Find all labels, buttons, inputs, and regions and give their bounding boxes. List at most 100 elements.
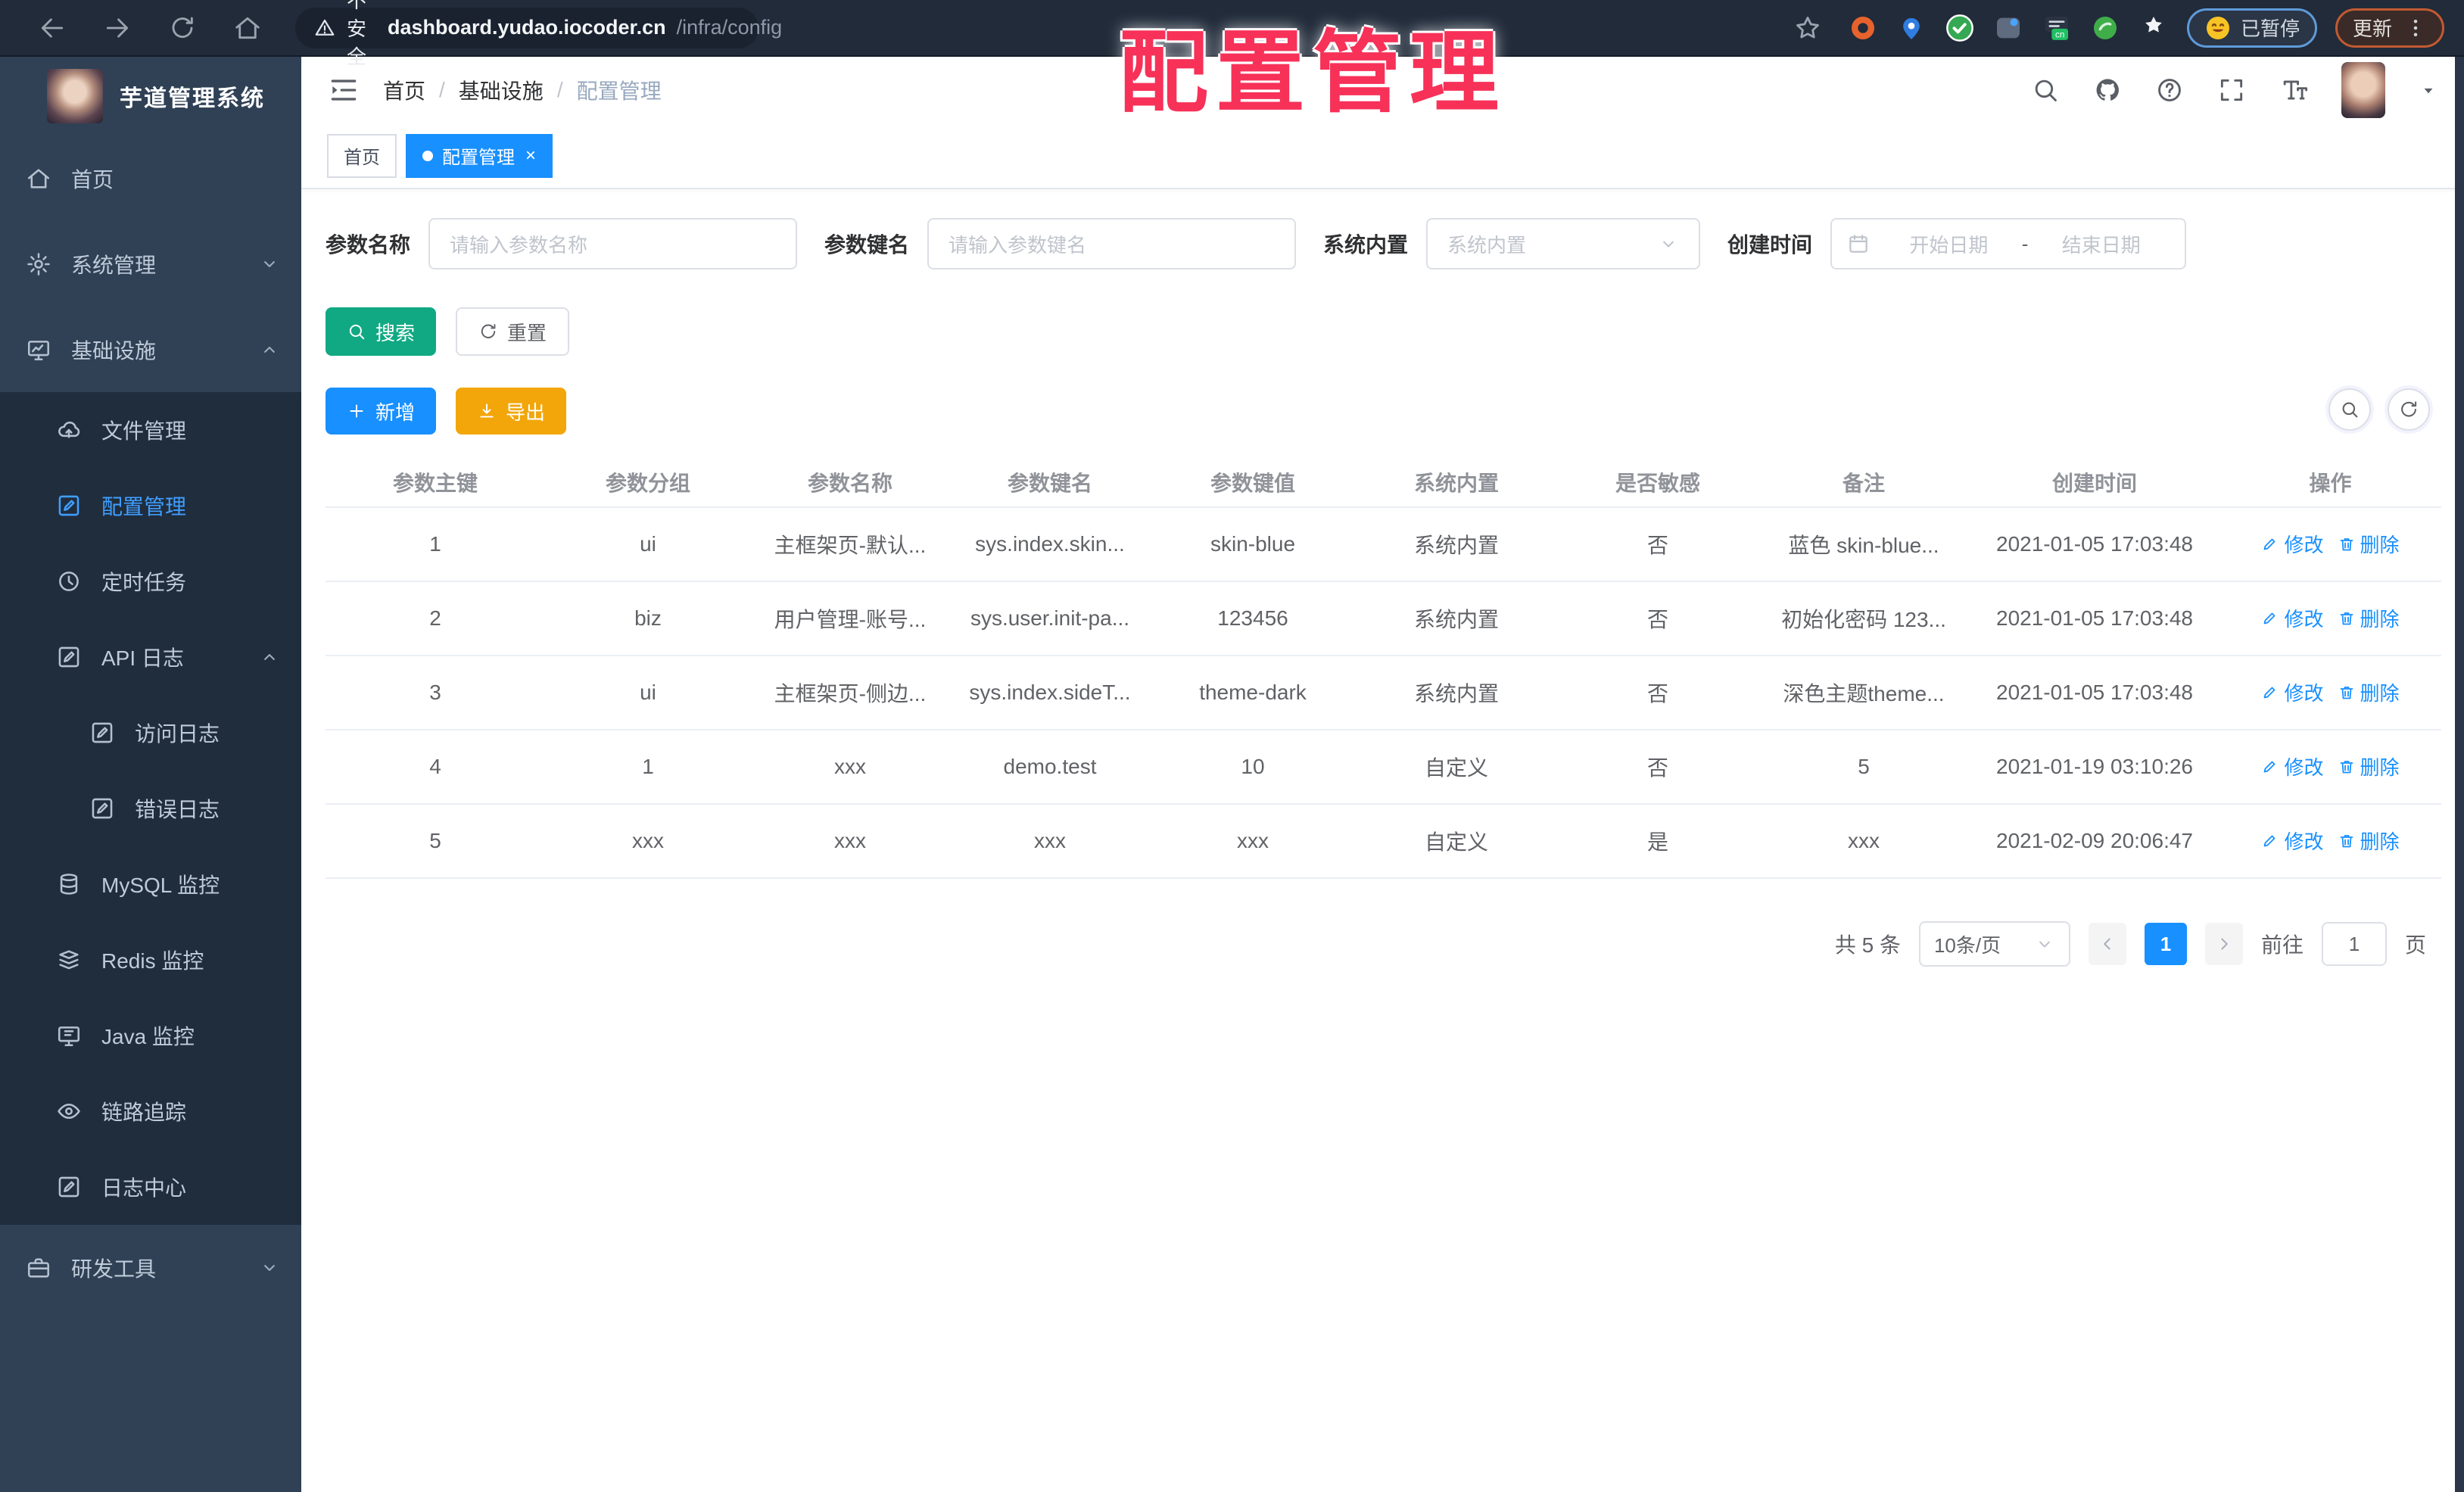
extension-pin-icon[interactable]	[1896, 13, 1927, 43]
delete-link[interactable]: 删除	[2338, 604, 2400, 632]
end-date-placeholder[interactable]: 结束日期	[2033, 230, 2170, 258]
add-button-label: 新增	[375, 400, 416, 424]
home-icon[interactable]	[233, 14, 262, 42]
main-area: 首页 / 基础设施 / 配置管理 首页 配置管理 × 参数名称 请输入参数名称 参数键名 请…	[301, 57, 2464, 1492]
edit-link[interactable]: 修改	[2261, 752, 2324, 780]
current-page-button[interactable]: 1	[2144, 923, 2187, 965]
browser-update-button[interactable]: 更新	[2335, 8, 2444, 48]
tab-配置管理[interactable]: 配置管理 ×	[406, 133, 553, 178]
sidebar-item-error-log[interactable]: 错误日志	[0, 771, 301, 846]
github-icon[interactable]	[2093, 76, 2122, 104]
trash-icon	[2338, 758, 2356, 776]
table-cell: 是	[1558, 804, 1758, 879]
table-cell: 主框架页-默认...	[751, 507, 949, 582]
chevron-down-icon	[2034, 933, 2055, 955]
extension-cn-icon[interactable]: cn	[2042, 13, 2072, 43]
sidebar-item-java[interactable]: Java 监控	[0, 998, 301, 1073]
filter-form: 参数名称 请输入参数名称 参数键名 请输入参数键名 系统内置 系统内置 创建时间…	[326, 218, 2464, 269]
kebab-menu-icon[interactable]	[2404, 17, 2427, 39]
delete-link[interactable]: 删除	[2338, 752, 2400, 780]
delete-link[interactable]: 删除	[2338, 530, 2400, 558]
breadcrumb-item[interactable]: 基础设施	[459, 75, 544, 105]
sidebar-item-log-center[interactable]: 日志中心	[0, 1149, 301, 1225]
prev-page-button[interactable]	[2088, 923, 2126, 965]
sidebar-item-config[interactable]: 配置管理	[0, 468, 301, 544]
table-cell: 自定义	[1355, 804, 1558, 879]
table-row: 1 ui 主框架页-默认... sys.index.skin... skin-blue 系…	[326, 507, 2441, 582]
trash-icon	[2338, 535, 2356, 553]
sidebar-item-access-log[interactable]: 访问日志	[0, 695, 301, 771]
sidebar-item-infra[interactable]: 基础设施	[0, 307, 301, 392]
user-avatar[interactable]	[2341, 62, 2385, 118]
toggle-search-button[interactable]	[2328, 388, 2371, 431]
extension-puzzle-icon[interactable]	[2138, 13, 2169, 43]
caret-down-icon[interactable]	[2419, 80, 2438, 100]
reload-icon[interactable]	[168, 14, 197, 42]
goto-page-input[interactable]: 1	[2321, 922, 2387, 966]
extension-check-icon[interactable]	[1945, 13, 1975, 43]
export-button[interactable]: 导出	[456, 388, 567, 435]
security-label[interactable]: 不安全	[347, 0, 366, 70]
reset-button[interactable]: 重置	[456, 307, 570, 356]
forward-icon[interactable]	[103, 14, 132, 42]
edit-link[interactable]: 修改	[2261, 678, 2324, 706]
extension-green-icon[interactable]	[2090, 13, 2120, 43]
help-icon[interactable]	[2155, 76, 2184, 104]
table-cell: theme-dark	[1151, 656, 1355, 730]
sidebar-item-dev-tools[interactable]: 研发工具	[0, 1225, 301, 1310]
edit-link[interactable]: 修改	[2261, 604, 2324, 632]
page-size-select[interactable]: 10条/页	[1918, 921, 2070, 967]
calendar-icon	[1847, 232, 1870, 255]
next-page-button[interactable]	[2204, 923, 2243, 965]
param-name-input[interactable]: 请输入参数名称	[428, 218, 798, 269]
column-header: 备注	[1758, 457, 1970, 508]
system-type-select[interactable]: 系统内置	[1426, 218, 1701, 269]
java-icon	[56, 1023, 82, 1048]
sidebar-item-redis[interactable]: Redis 监控	[0, 922, 301, 998]
sidebar-item-home[interactable]: 首页	[0, 135, 301, 221]
sidebar-item-system[interactable]: 系统管理	[0, 221, 301, 307]
delete-link[interactable]: 删除	[2338, 678, 2400, 706]
delete-link[interactable]: 删除	[2338, 827, 2400, 855]
fullscreen-icon[interactable]	[2217, 76, 2246, 104]
system-type-placeholder: 系统内置	[1447, 233, 1527, 257]
start-date-placeholder[interactable]: 开始日期	[1880, 230, 2017, 258]
editsq-icon	[56, 493, 82, 519]
menu-fold-icon[interactable]	[327, 73, 360, 107]
sidebar-item-file[interactable]: 文件管理	[0, 392, 301, 468]
sidebar-item-label: 研发工具	[71, 1257, 157, 1281]
app-logo-block[interactable]: 芋道管理系统	[0, 57, 301, 135]
column-header: 操作	[2219, 457, 2441, 508]
refresh-table-button[interactable]	[2388, 388, 2430, 431]
address-bar[interactable]: 不安全 dashboard.yudao.iocoder.cn/infra/con…	[295, 0, 782, 68]
table-cell: xxx	[751, 730, 949, 805]
edit-link[interactable]: 修改	[2261, 530, 2324, 558]
sidebar-item-tracer[interactable]: 链路追踪	[0, 1073, 301, 1149]
sidebar-item-job[interactable]: 定时任务	[0, 544, 301, 619]
extension-donut-icon[interactable]	[1848, 13, 1878, 43]
sidebar-item-label: API 日志	[101, 646, 184, 670]
sidebar-item-api-log[interactable]: API 日志	[0, 619, 301, 695]
add-button[interactable]: 新增	[326, 388, 437, 435]
table-cell: 2	[326, 581, 545, 656]
star-bookmark-icon[interactable]	[1793, 14, 1822, 42]
extension-tile-icon[interactable]	[1993, 13, 2023, 43]
font-size-icon[interactable]	[2279, 76, 2308, 104]
table-header-row: 参数主键 参数分组 参数名称 参数键名 参数键值 系统内置 是否敏感 备注 创建时间 操作	[326, 457, 2441, 508]
search-icon[interactable]	[2031, 76, 2060, 104]
param-key-input[interactable]: 请输入参数键名	[927, 218, 1297, 269]
breadcrumb-item[interactable]: 首页	[383, 75, 425, 105]
refresh-icon	[2398, 399, 2419, 420]
profile-paused-pill[interactable]: 已暂停	[2186, 8, 2317, 48]
create-time-range-picker[interactable]: 开始日期 - 结束日期	[1830, 218, 2187, 269]
back-icon[interactable]	[38, 14, 67, 42]
url-host[interactable]: dashboard.yudao.iocoder.cn	[388, 16, 666, 39]
editsq-icon	[56, 1174, 82, 1200]
sidebar-item-mysql[interactable]: MySQL 监控	[0, 846, 301, 922]
url-path[interactable]: /infra/config	[677, 16, 783, 39]
search-button[interactable]: 搜索	[326, 307, 437, 356]
edit-link[interactable]: 修改	[2261, 827, 2324, 855]
table-cell: sys.index.sideT...	[949, 656, 1151, 730]
tab-首页[interactable]: 首页	[327, 133, 397, 178]
close-icon[interactable]: ×	[525, 146, 536, 165]
